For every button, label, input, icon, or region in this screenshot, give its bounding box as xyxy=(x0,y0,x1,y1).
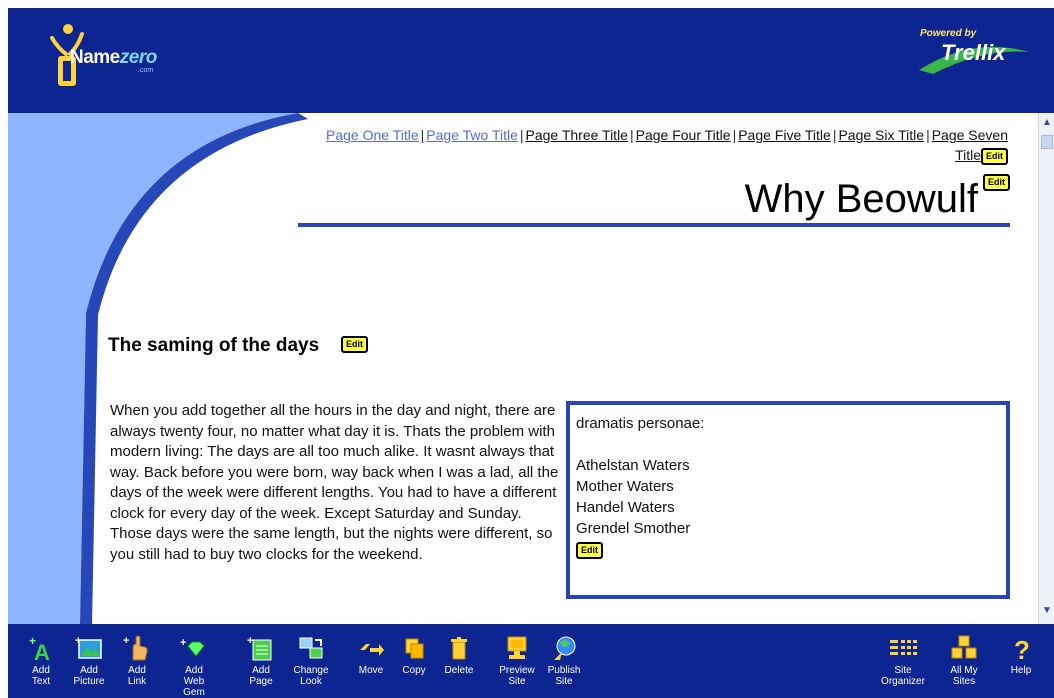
vertical-scrollbar[interactable]: ▲ ▼ xyxy=(1038,113,1054,624)
add-link-icon: + xyxy=(123,635,148,661)
editor-toolbar: + A Add Text + Add Picture + Add Link + Add W… xyxy=(8,624,1054,698)
tool-label: Delete xyxy=(444,665,474,676)
tool-label: Text xyxy=(31,676,51,687)
all-my-sites-button[interactable]: All My Sites xyxy=(943,624,985,698)
tool-label: Site xyxy=(508,676,526,687)
add-page-icon: + xyxy=(247,635,272,661)
tool-label: Help xyxy=(1010,665,1032,676)
preview-site-button[interactable]: Preview Site xyxy=(496,624,538,698)
section-heading: The saming of the days xyxy=(108,335,320,356)
nav-separator: | xyxy=(926,127,930,143)
site-organizer-icon xyxy=(890,640,917,655)
scroll-up-icon[interactable]: ▲ xyxy=(1039,115,1054,131)
body-paragraph: When you add together all the hours in t… xyxy=(110,402,559,563)
title-divider xyxy=(298,223,1010,227)
nav-edit-button[interactable]: Edit xyxy=(981,147,1008,165)
svg-text:+: + xyxy=(75,635,81,647)
nav-separator: | xyxy=(629,127,634,143)
tool-label: Page xyxy=(249,676,273,687)
page-title: Why Beowulf xyxy=(744,177,978,221)
tool-label: Add xyxy=(32,665,50,676)
tool-label: Web Gem xyxy=(183,676,205,698)
change-look-button[interactable]: Change Look xyxy=(290,624,332,698)
tool-label: Link xyxy=(127,676,147,687)
copy-icon xyxy=(405,638,424,659)
svg-text:+: + xyxy=(123,635,129,647)
help-icon: ? xyxy=(1014,635,1030,662)
scrollbar-thumb[interactable] xyxy=(1041,135,1053,149)
header-banner: Namezero .com Powered by Trellix xyxy=(8,8,1054,113)
sidebar-text-box: dramatis personae: Athelstan Waters Moth… xyxy=(566,401,1010,599)
delete-button[interactable]: Delete xyxy=(438,624,480,698)
add-page-button[interactable]: + Add Page xyxy=(240,624,282,698)
add-text-icon: +A xyxy=(29,634,50,662)
title-edit-button[interactable]: Edit xyxy=(983,174,1010,191)
tool-label: Add xyxy=(185,665,203,676)
change-look-icon xyxy=(299,637,323,659)
logo-domain: .com xyxy=(138,67,154,74)
publish-site-icon xyxy=(554,636,576,660)
tool-label: Preview xyxy=(499,665,535,676)
nav-separator: | xyxy=(519,127,524,143)
sidebar-edit-button[interactable]: Edit xyxy=(576,541,603,559)
tool-label: Organizer xyxy=(881,676,925,687)
publish-site-button[interactable]: Publish Site xyxy=(543,624,585,698)
tool-label: Change xyxy=(293,665,329,676)
tool-label: All My xyxy=(950,665,978,676)
svg-text:?: ? xyxy=(1014,635,1030,662)
tool-label: Copy xyxy=(402,665,426,676)
list-item: Handel Waters xyxy=(576,499,675,516)
section-edit-button[interactable]: Edit xyxy=(341,336,368,353)
move-icon xyxy=(360,644,384,656)
page-canvas: Page One Title | Page Two Title | Page Three… xyxy=(8,113,1038,624)
tool-label: Picture xyxy=(73,676,105,687)
add-web-gem-button[interactable]: + Add Web Gem xyxy=(173,624,215,698)
delete-icon xyxy=(451,637,467,660)
nav-link-page-three[interactable]: Page Three Title xyxy=(526,127,628,143)
nav-link-page-four[interactable]: Page Four Title xyxy=(636,127,731,143)
tool-label: Look xyxy=(300,676,322,687)
tool-label: Add xyxy=(128,665,146,676)
svg-text:+: + xyxy=(247,635,253,647)
powered-by-label: Powered by xyxy=(920,28,977,39)
logo-text: Namezero xyxy=(70,47,157,68)
nav-link-page-two[interactable]: Page Two Title xyxy=(426,127,518,143)
tool-label: Add xyxy=(80,665,98,676)
copy-button[interactable]: Copy xyxy=(393,624,435,698)
tool-label: Move xyxy=(358,665,384,676)
add-picture-icon: + xyxy=(75,635,102,659)
svg-text:A: A xyxy=(34,640,50,662)
tool-label: Sites xyxy=(952,676,976,687)
nav-link-page-five[interactable]: Page Five Title xyxy=(738,127,831,143)
page-navigation: Page One Title | Page Two Title | Page Three… xyxy=(318,125,1008,165)
all-my-sites-icon xyxy=(951,635,977,659)
move-button[interactable]: Move xyxy=(350,624,392,698)
list-item: Mother Waters xyxy=(576,478,674,495)
add-web-gem-icon: + xyxy=(180,637,205,657)
nav-link-page-six[interactable]: Page Six Title xyxy=(838,127,924,143)
sidebar-heading: dramatis personae: xyxy=(576,415,705,432)
svg-text:+: + xyxy=(180,637,186,649)
trellix-logo-text: Trellix xyxy=(941,40,1006,65)
list-item: Athelstan Waters xyxy=(576,457,690,474)
nav-link-page-one[interactable]: Page One Title xyxy=(326,127,419,143)
help-button[interactable]: ? Help xyxy=(1000,624,1042,698)
add-picture-button[interactable]: + Add Picture xyxy=(68,624,110,698)
add-text-button[interactable]: + A Add Text xyxy=(20,624,62,698)
list-item: Grendel Smother xyxy=(576,520,691,537)
scroll-down-icon[interactable]: ▼ xyxy=(1039,603,1054,619)
tool-label: Publish xyxy=(547,665,581,676)
preview-site-icon xyxy=(507,636,527,659)
tool-label: Add xyxy=(252,665,270,676)
site-organizer-button[interactable]: Site Organizer xyxy=(878,624,928,698)
add-link-button[interactable]: + Add Link xyxy=(116,624,158,698)
tool-label: Site xyxy=(555,676,573,687)
tool-label: Site xyxy=(894,665,912,676)
